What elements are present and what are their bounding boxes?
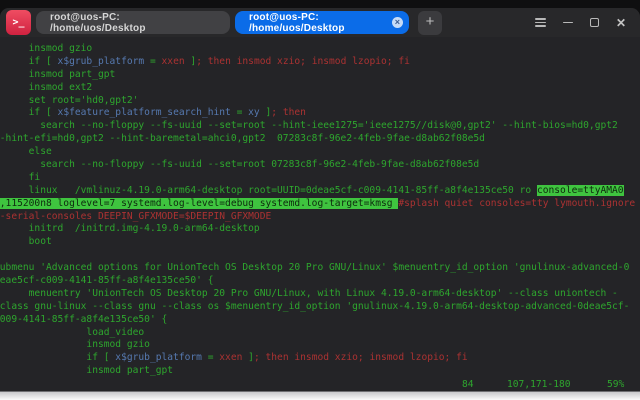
terminal-line: submenu 'Advanced options for UnionTech … <box>0 262 640 275</box>
terminal-line: linux /vmlinuz-4.19.0-arm64-desktop root… <box>0 185 640 198</box>
titlebar[interactable]: >_ root@uos-PC: /home/uos/Desktop root@u… <box>0 8 640 37</box>
tab-close-icon[interactable]: × <box>392 17 403 28</box>
terminal-line: insmod ext2 <box>0 82 640 95</box>
tab-active[interactable]: root@uos-PC: /home/uos/Desktop × <box>235 11 409 34</box>
screen: >_ root@uos-PC: /home/uos/Desktop root@u… <box>0 0 640 400</box>
terminal-line: fi <box>0 172 640 185</box>
desktop-bottom-strip <box>0 391 640 400</box>
terminal-line: -class gnu-linux --class gnu --class os … <box>0 301 640 314</box>
terminal-line: initrd /initrd.img-4.19.0-arm64-desktop <box>0 223 640 236</box>
terminal-line: deae5cf-c009-4141-85ff-a8f4e135ce50' { <box>0 275 640 288</box>
terminal-content[interactable]: insmod gzio if [ x$grub_platform = xxen … <box>0 37 640 378</box>
vim-scroll-percent: 59% <box>607 378 624 391</box>
menu-icon[interactable] <box>535 18 546 27</box>
terminal-line: if [ x$grub_platform = xxen ]; then insm… <box>0 56 640 69</box>
tab-inactive[interactable]: root@uos-PC: /home/uos/Desktop <box>36 11 230 34</box>
new-tab-button[interactable]: + <box>418 11 442 35</box>
terminal-line: menuentry 'UnionTech OS Desktop 20 Pro G… <box>0 288 640 301</box>
terminal-app-icon: >_ <box>6 10 31 35</box>
terminal-line: set root='hd0,gpt2' <box>0 95 640 108</box>
tab-label: root@uos-PC: /home/uos/Desktop <box>249 12 387 34</box>
terminal-line: search --no-floppy --fs-uuid --set=root … <box>0 159 640 172</box>
terminal-line: insmod gzio <box>0 43 640 56</box>
terminal-line: insmod gzio <box>0 339 640 352</box>
tab-label: root@uos-PC: /home/uos/Desktop <box>50 12 216 34</box>
terminal-line: e-serial-consoles DEEPIN_GFXMODE=$DEEPIN… <box>0 211 640 224</box>
maximize-icon[interactable] <box>590 18 599 27</box>
terminal-line <box>0 249 640 262</box>
window-controls: ✕ <box>535 17 626 29</box>
vim-selection-count: 84 <box>462 378 474 391</box>
terminal-line: 0,115200n8 loglevel=7 systemd.log-level=… <box>0 198 640 211</box>
vim-ruler: 107,171-180 <box>507 378 571 391</box>
terminal-line: if [ x$feature_platform_search_hint = xy… <box>0 107 640 120</box>
minimize-icon[interactable] <box>563 22 573 24</box>
terminal-line: insmod part_gpt <box>0 69 640 82</box>
terminal-line: --hint-efi=hd0,gpt2 --hint-baremetal=ahc… <box>0 133 640 146</box>
terminal-line: load_video <box>0 327 640 340</box>
terminal-window: >_ root@uos-PC: /home/uos/Desktop root@u… <box>0 8 640 391</box>
terminal-line: insmod part_gpt <box>0 365 640 378</box>
terminal-line: search --no-floppy --fs-uuid --set=root … <box>0 120 640 133</box>
terminal-line: boot <box>0 236 640 249</box>
terminal-line: if [ x$grub_platform = xxen ]; then insm… <box>0 352 640 365</box>
terminal-line: else <box>0 146 640 159</box>
close-icon[interactable]: ✕ <box>616 17 626 29</box>
vim-statusline: -- 可视 -- 84 107,171-180 59% <box>0 378 640 391</box>
terminal-line: c009-4141-85ff-a8f4e135ce50' { <box>0 314 640 327</box>
